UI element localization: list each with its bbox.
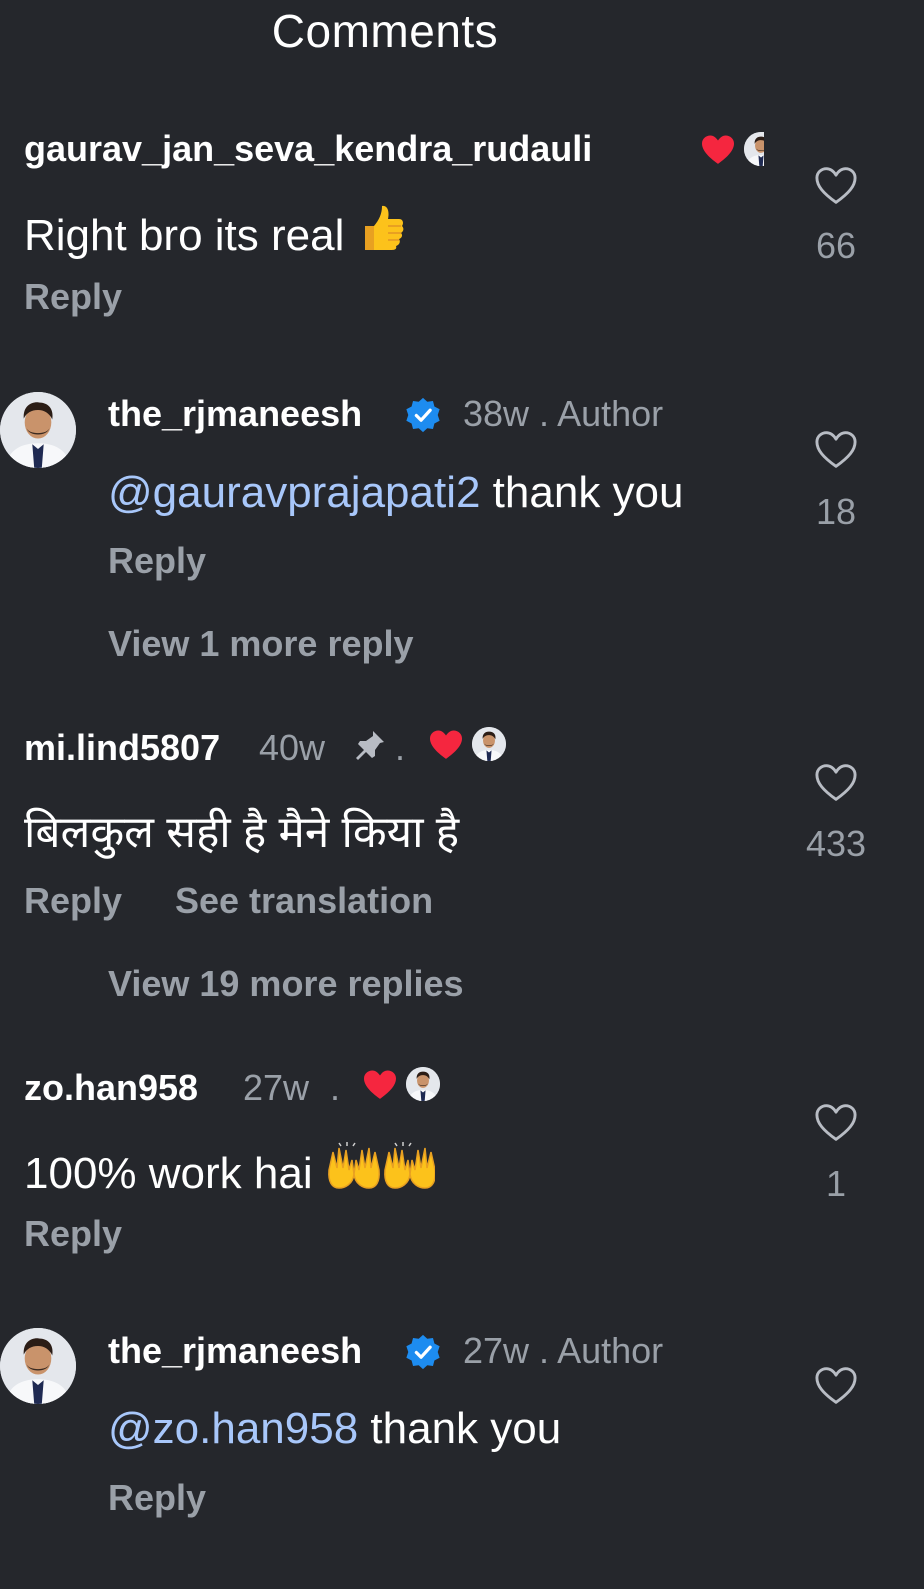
creator-liked-heart-icon (362, 1069, 398, 1101)
comment-meta: 27w . Author (463, 1330, 664, 1371)
see-translation-button[interactable]: See translation (175, 880, 433, 922)
creator-liked-heart-icon (700, 134, 736, 166)
comment-username[interactable]: the_rjmaneesh (108, 1330, 362, 1372)
creator-avatar (744, 132, 764, 166)
view-more-replies-button[interactable]: View 1 more reply (108, 623, 414, 665)
comments-title: Comments (271, 5, 499, 57)
reply-button[interactable]: Reply (108, 1477, 206, 1519)
comment-username[interactable]: zo.han958 (24, 1067, 198, 1109)
separator-dot: . (330, 1067, 341, 1108)
comment-username[interactable]: mi.lind5807 (24, 727, 220, 769)
creator-avatar (472, 727, 506, 761)
verified-badge-icon (404, 396, 442, 434)
like-count: 66 (815, 225, 857, 266)
reply-button[interactable]: Reply (24, 880, 122, 922)
comment-username[interactable]: gaurav_jan_seva_kendra_rudauli (24, 128, 592, 170)
thumbs-up-icon (357, 202, 405, 265)
creator-liked-heart-icon (428, 729, 464, 761)
like-count: 1 (825, 1163, 847, 1204)
raising-hands-icon (325, 1140, 436, 1203)
avatar[interactable] (0, 392, 76, 468)
mention-link[interactable]: @gauravprajapati2 (108, 468, 480, 517)
like-heart-icon[interactable] (814, 1103, 858, 1143)
comment-text: 100% work hai (24, 1140, 436, 1203)
verified-badge-icon (404, 1333, 442, 1371)
like-count: 433 (805, 823, 867, 864)
comment-username[interactable]: the_rjmaneesh (108, 393, 362, 435)
mention-link[interactable]: @zo.han958 (108, 1404, 358, 1453)
comment-meta: 38w . Author (463, 393, 664, 434)
reply-button[interactable]: Reply (24, 276, 122, 318)
creator-avatar (406, 1067, 440, 1101)
comment-text: Right bro its real (24, 202, 405, 265)
comment-text: @gauravprajapati2 thank you (108, 468, 684, 517)
like-heart-icon[interactable] (814, 763, 858, 803)
like-heart-icon[interactable] (814, 166, 858, 206)
comment-text: @zo.han958 thank you (108, 1404, 562, 1453)
avatar[interactable] (0, 1328, 76, 1404)
comment-time: 27w (243, 1067, 310, 1108)
like-heart-icon[interactable] (814, 430, 858, 470)
pin-icon (356, 731, 384, 760)
reply-button[interactable]: Reply (108, 540, 206, 582)
reply-button[interactable]: Reply (24, 1213, 122, 1255)
separator-dot: . (395, 727, 406, 768)
like-heart-icon[interactable] (814, 1366, 858, 1406)
like-count: 18 (815, 491, 857, 532)
view-more-replies-button[interactable]: View 19 more replies (108, 963, 464, 1005)
comment-time: 40w (259, 727, 326, 768)
comment-text: बिलकुल सही है मैने किया है (24, 808, 460, 857)
